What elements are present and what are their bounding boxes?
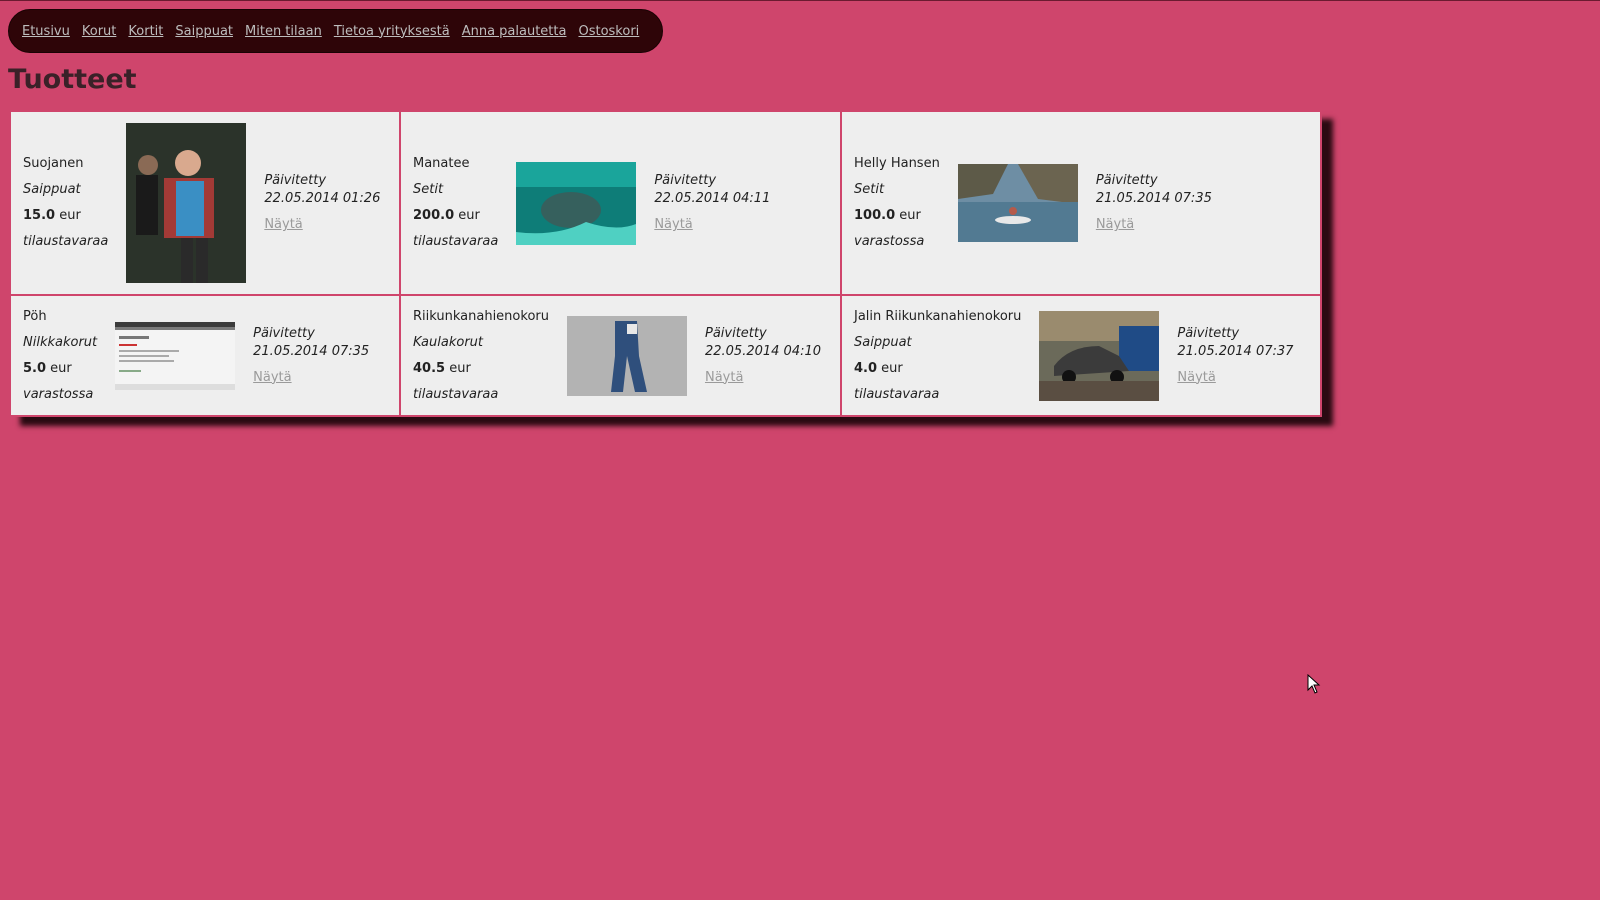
product-status: varastossa (23, 386, 94, 402)
price-currency: eur (881, 360, 903, 376)
product-info: Suojanen Saippuat 15.0 eur tilaustavaraa (23, 151, 108, 255)
product-status: tilaustavaraa (413, 234, 499, 249)
show-product-link[interactable]: Näytä (1096, 216, 1134, 234)
updated-date: 22.05.2014 04:10 (704, 343, 822, 359)
price-currency: eur (50, 360, 72, 376)
product-image[interactable] (957, 164, 1078, 242)
product-name: Manatee (413, 156, 470, 171)
updated-label: Päivitetty (264, 173, 327, 188)
nav-link-korut[interactable]: Korut (82, 24, 117, 39)
nav-link-miten-tilaan[interactable]: Miten tilaan (245, 24, 322, 39)
product-image[interactable] (566, 315, 687, 396)
product-category: Setit (854, 182, 885, 197)
price-currency: eur (59, 208, 81, 223)
product-cell: Suojanen Saippuat 15.0 eur tilaustavaraa (9, 110, 401, 296)
nav-link-ostoskori[interactable]: Ostoskori (578, 24, 639, 39)
product-category: Saippuat (23, 182, 81, 197)
show-product-link[interactable]: Näytä (253, 369, 291, 387)
product-image[interactable] (516, 161, 637, 245)
product-info: Helly Hansen Setit 100.0 eur varastossa (854, 151, 940, 255)
product-cell: Manatee Setit 200.0 eur tilaustavaraa Pä… (399, 110, 842, 296)
product-meta: Päivitetty 21.05.2014 07:35 Näytä (1096, 172, 1212, 234)
product-status: tilaustavaraa (23, 234, 109, 249)
nav-link-palaute[interactable]: Anna palautetta (462, 24, 567, 39)
product-status: tilaustavaraa (854, 386, 940, 402)
show-product-link[interactable]: Näytä (654, 216, 692, 234)
show-product-link[interactable]: Näytä (705, 369, 743, 387)
updated-label: Päivitetty (654, 173, 717, 188)
updated-date: 21.05.2014 07:37 (1177, 343, 1294, 359)
price-currency: eur (449, 360, 471, 376)
nav-link-kortit[interactable]: Kortit (128, 24, 163, 39)
product-cell: Riikunkanahienokoru Kaulakorut 40.5 eur … (399, 294, 842, 417)
product-name: Helly Hansen (854, 156, 940, 171)
product-name: Riikunkanahienokoru (413, 308, 549, 324)
updated-date: 21.05.2014 07:35 (1095, 191, 1212, 206)
product-meta: Päivitetty 22.05.2014 04:10 Näytä (705, 325, 821, 387)
nav-link-saippuat[interactable]: Saippuat (175, 24, 233, 39)
product-meta: Päivitetty 21.05.2014 07:37 Näytä (1177, 325, 1293, 387)
product-category: Setit (413, 182, 444, 197)
product-cell: Jalin Riikunkanahienokoru Saippuat 4.0 e… (840, 294, 1322, 417)
mouse-cursor-icon (1307, 673, 1321, 698)
price-currency: eur (458, 208, 480, 223)
show-product-link[interactable]: Näytä (264, 216, 302, 234)
product-name: Pöh (23, 308, 47, 324)
product-info: Riikunkanahienokoru Kaulakorut 40.5 eur … (413, 304, 549, 408)
page-title: Tuotteet (8, 64, 137, 95)
product-meta: Päivitetty 22.05.2014 04:11 Näytä (654, 172, 770, 234)
product-price: 4.0 (854, 360, 878, 376)
product-cell: Helly Hansen Setit 100.0 eur varastossa (840, 110, 1322, 296)
product-price: 200.0 (413, 208, 455, 223)
product-table: Suojanen Saippuat 15.0 eur tilaustavaraa (9, 110, 1322, 417)
updated-label: Päivitetty (1177, 325, 1240, 341)
product-status: tilaustavaraa (413, 386, 499, 402)
product-info: Jalin Riikunkanahienokoru Saippuat 4.0 e… (854, 304, 1021, 408)
product-price: 40.5 (413, 360, 446, 376)
updated-date: 22.05.2014 04:11 (654, 191, 771, 206)
product-info: Pöh Nilkkakorut 5.0 eur varastossa (23, 304, 97, 408)
product-price: 5.0 (23, 360, 47, 376)
product-name: Suojanen (23, 156, 84, 171)
price-currency: eur (899, 208, 921, 223)
product-meta: Päivitetty 22.05.2014 01:26 Näytä (264, 172, 380, 234)
top-navigation: Etusivu Korut Kortit Saippuat Miten tila… (8, 9, 663, 53)
product-category: Nilkkakorut (23, 334, 98, 350)
product-cell: Pöh Nilkkakorut 5.0 eur varastossa Päivi… (9, 294, 401, 417)
product-status: varastossa (854, 234, 925, 249)
product-price: 100.0 (854, 208, 896, 223)
product-image[interactable] (1039, 310, 1160, 401)
product-image[interactable] (126, 123, 247, 283)
product-image[interactable] (115, 321, 236, 390)
product-price: 15.0 (23, 208, 56, 223)
product-meta: Päivitetty 21.05.2014 07:35 Näytä (253, 325, 369, 387)
nav-link-tietoa[interactable]: Tietoa yrityksestä (334, 24, 450, 39)
updated-label: Päivitetty (704, 325, 767, 341)
product-category: Saippuat (854, 334, 912, 350)
updated-label: Päivitetty (253, 325, 315, 341)
product-category: Kaulakorut (413, 334, 484, 350)
product-info: Manatee Setit 200.0 eur tilaustavaraa (413, 151, 498, 255)
updated-date: 22.05.2014 01:26 (264, 191, 381, 206)
nav-link-etusivu[interactable]: Etusivu (22, 24, 70, 39)
updated-date: 21.05.2014 07:35 (253, 343, 370, 359)
product-name: Jalin Riikunkanahienokoru (854, 308, 1022, 324)
updated-label: Päivitetty (1095, 173, 1158, 188)
show-product-link[interactable]: Näytä (1177, 369, 1215, 387)
